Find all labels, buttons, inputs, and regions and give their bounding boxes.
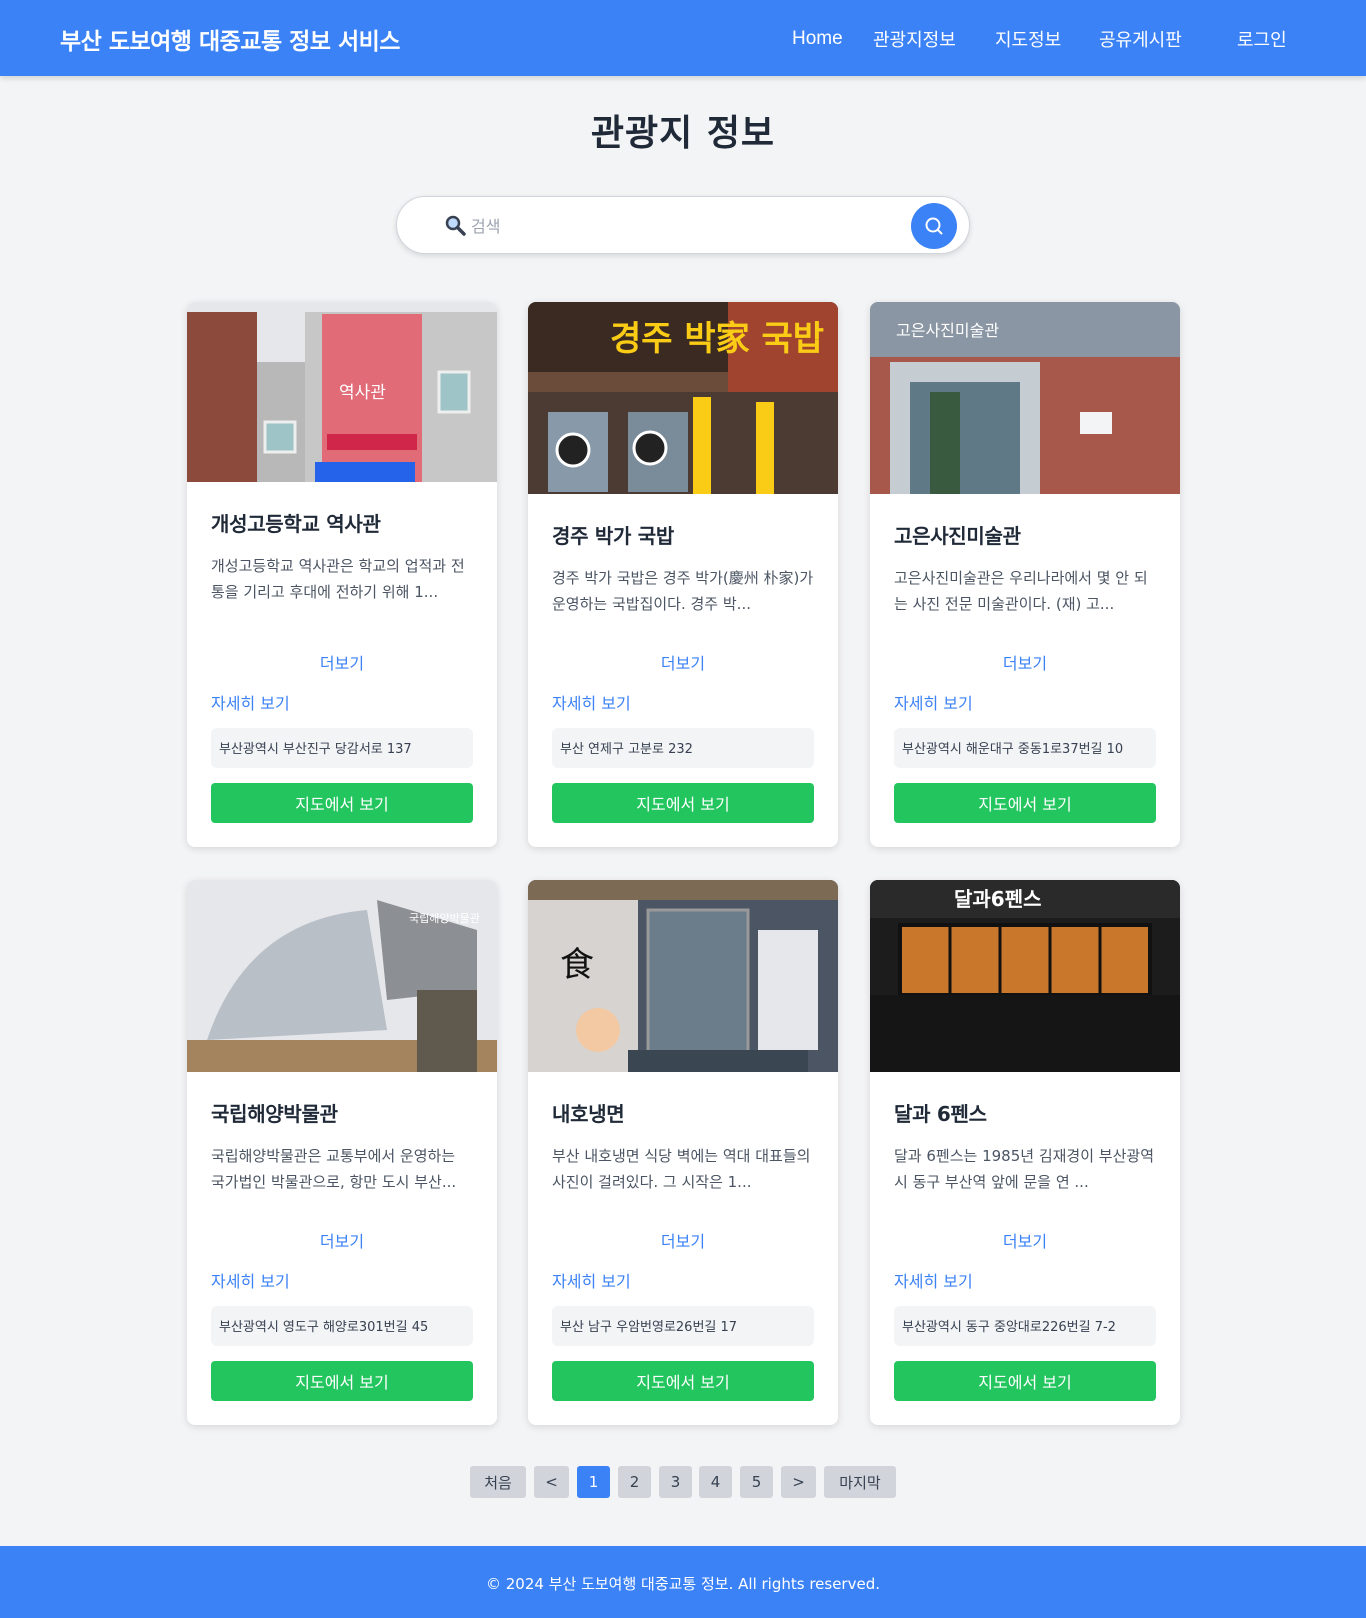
card-image-sign: 경주 박家 국밥	[610, 319, 824, 359]
card-image-sign: 달과6펜스	[954, 887, 1042, 911]
detail-link[interactable]: 자세히 보기	[552, 690, 631, 714]
main-nav: Home 관광지정보 지도정보 공유게시판 로그인	[0, 26, 1366, 56]
detail-link[interactable]: 자세히 보기	[211, 690, 290, 714]
page-first-button[interactable]: 처음	[470, 1466, 526, 1498]
nav-login[interactable]: 로그인	[1237, 26, 1287, 52]
page-last-button[interactable]: 마지막	[824, 1466, 896, 1498]
view-on-map-button[interactable]: 지도에서 보기	[894, 783, 1156, 823]
page-button-4[interactable]: 4	[699, 1466, 732, 1498]
nav-tour-info[interactable]: 관광지정보	[873, 26, 956, 52]
nav-map-info[interactable]: 지도정보	[995, 26, 1061, 52]
view-on-map-button[interactable]: 지도에서 보기	[552, 1361, 814, 1401]
address-label: 부산 남구 우암번영로26번길 17	[552, 1306, 814, 1346]
nav-share-board[interactable]: 공유게시판	[1099, 26, 1182, 52]
page-button-1[interactable]: 1	[577, 1466, 610, 1498]
card-image: 고은사진미술관	[870, 302, 1180, 494]
attraction-card: 고은사진미술관 고은사진미술관 고은사진미술관은 우리나라에서 몇 안 되는 사…	[870, 302, 1180, 847]
address-label: 부산광역시 해운대구 중동1로37번길 10	[894, 728, 1156, 768]
card-description: 고은사진미술관은 우리나라에서 몇 안 되는 사진 전문 미술관이다. (재) …	[894, 569, 1148, 613]
noodle-shop-photo: 食	[528, 880, 838, 1072]
more-link[interactable]: 더보기	[552, 650, 814, 674]
view-on-map-button[interactable]: 지도에서 보기	[894, 1361, 1156, 1401]
attraction-card: 食 내호냉면 부산 내호냉면 식당 벽에는 역대 대표들의 사진이 걸려있다. …	[528, 880, 838, 1425]
card-title: 고은사진미술관	[894, 524, 1021, 548]
search-emoji-icon	[445, 215, 466, 236]
card-title: 경주 박가 국밥	[552, 524, 674, 548]
search-input[interactable]	[471, 211, 851, 241]
attraction-card: 국립해양박물관 국립해양박물관 국립해양박물관은 교통부에서 운영하는 국가법인…	[187, 880, 497, 1425]
footer: © 2024 부산 도보여행 대중교통 정보. All rights reser…	[0, 1546, 1366, 1618]
more-link[interactable]: 더보기	[211, 1228, 473, 1252]
attraction-card: 역사관 개성고등학교 역사관 개성고등학교 역사관은 학교의 업적과 전통을 기…	[187, 302, 497, 847]
card-title: 국립해양박물관	[211, 1102, 338, 1126]
more-link[interactable]: 더보기	[894, 650, 1156, 674]
card-image-sign: 食	[560, 945, 594, 985]
page-prev-button[interactable]: <	[534, 1466, 569, 1498]
address-label: 부산광역시 영도구 해양로301번길 45	[211, 1306, 473, 1346]
card-description: 부산 내호냉면 식당 벽에는 역대 대표들의 사진이 걸려있다. 그 시작은 1…	[552, 1147, 811, 1191]
card-title: 개성고등학교 역사관	[211, 512, 381, 536]
detail-link[interactable]: 자세히 보기	[211, 1268, 290, 1292]
card-title: 달과 6펜스	[894, 1102, 987, 1126]
restaurant-photo: 경주 박家 국밥	[528, 302, 838, 494]
card-description: 경주 박가 국밥은 경주 박가(慶州 朴家)가 운영하는 국밥집이다. 경주 박…	[552, 569, 814, 613]
pagination: 처음 < 1 2 3 4 5 > 마지막	[0, 1466, 1366, 1498]
footer-copyright: © 2024 부산 도보여행 대중교통 정보. All rights reser…	[485, 1575, 880, 1593]
gallery-photo: 고은사진미술관	[870, 302, 1180, 494]
detail-link[interactable]: 자세히 보기	[894, 1268, 973, 1292]
museum-photo: 국립해양박물관	[187, 880, 497, 1072]
card-image-sign: 역사관	[339, 383, 386, 403]
attraction-card: 달과6펜스 달과 6펜스 달과 6펜스는 1985년 김재경이 부산광역시 동구…	[870, 880, 1180, 1425]
building-photo: 역사관	[187, 302, 497, 482]
card-image-sign: 고은사진미술관	[896, 321, 999, 340]
attraction-card: 경주 박家 국밥 경주 박가 국밥 경주 박가 국밥은 경주 박가(慶州 朴家)…	[528, 302, 838, 847]
nav-home[interactable]: Home	[792, 28, 843, 50]
view-on-map-button[interactable]: 지도에서 보기	[552, 783, 814, 823]
card-image: 경주 박家 국밥	[528, 302, 838, 494]
page-button-5[interactable]: 5	[740, 1466, 773, 1498]
page-button-2[interactable]: 2	[618, 1466, 651, 1498]
more-link[interactable]: 더보기	[894, 1228, 1156, 1252]
more-link[interactable]: 더보기	[211, 650, 473, 674]
address-label: 부산 연제구 고분로 232	[552, 728, 814, 768]
top-navbar: 부산 도보여행 대중교통 정보 서비스 Home 관광지정보 지도정보 공유게시…	[0, 0, 1366, 76]
address-label: 부산광역시 동구 중앙대로226번길 7-2	[894, 1306, 1156, 1346]
card-description: 개성고등학교 역사관은 학교의 업적과 전통을 기리고 후대에 전하기 위해 1…	[211, 557, 465, 601]
address-label: 부산광역시 부산진구 당감서로 137	[211, 728, 473, 768]
card-title: 내호냉면	[552, 1102, 625, 1126]
card-image: 食	[528, 880, 838, 1072]
card-description: 국립해양박물관은 교통부에서 운영하는 국가법인 박물관으로, 항만 도시 부산…	[211, 1147, 457, 1191]
card-image-sign: 국립해양박물관	[409, 911, 480, 925]
view-on-map-button[interactable]: 지도에서 보기	[211, 783, 473, 823]
card-description: 달과 6펜스는 1985년 김재경이 부산광역시 동구 부산역 앞에 문을 연 …	[894, 1147, 1154, 1191]
cafe-photo: 달과6펜스	[870, 880, 1180, 1072]
search-icon	[925, 217, 943, 235]
card-image: 역사관	[187, 302, 497, 482]
page-button-3[interactable]: 3	[659, 1466, 692, 1498]
view-on-map-button[interactable]: 지도에서 보기	[211, 1361, 473, 1401]
page-title: 관광지 정보	[590, 113, 776, 154]
more-link[interactable]: 더보기	[552, 1228, 814, 1252]
search-button[interactable]	[911, 203, 957, 249]
page-next-button[interactable]: >	[781, 1466, 816, 1498]
card-image: 달과6펜스	[870, 880, 1180, 1072]
detail-link[interactable]: 자세히 보기	[552, 1268, 631, 1292]
search-bar	[396, 196, 970, 254]
card-image: 국립해양박물관	[187, 880, 497, 1072]
detail-link[interactable]: 자세히 보기	[894, 690, 973, 714]
